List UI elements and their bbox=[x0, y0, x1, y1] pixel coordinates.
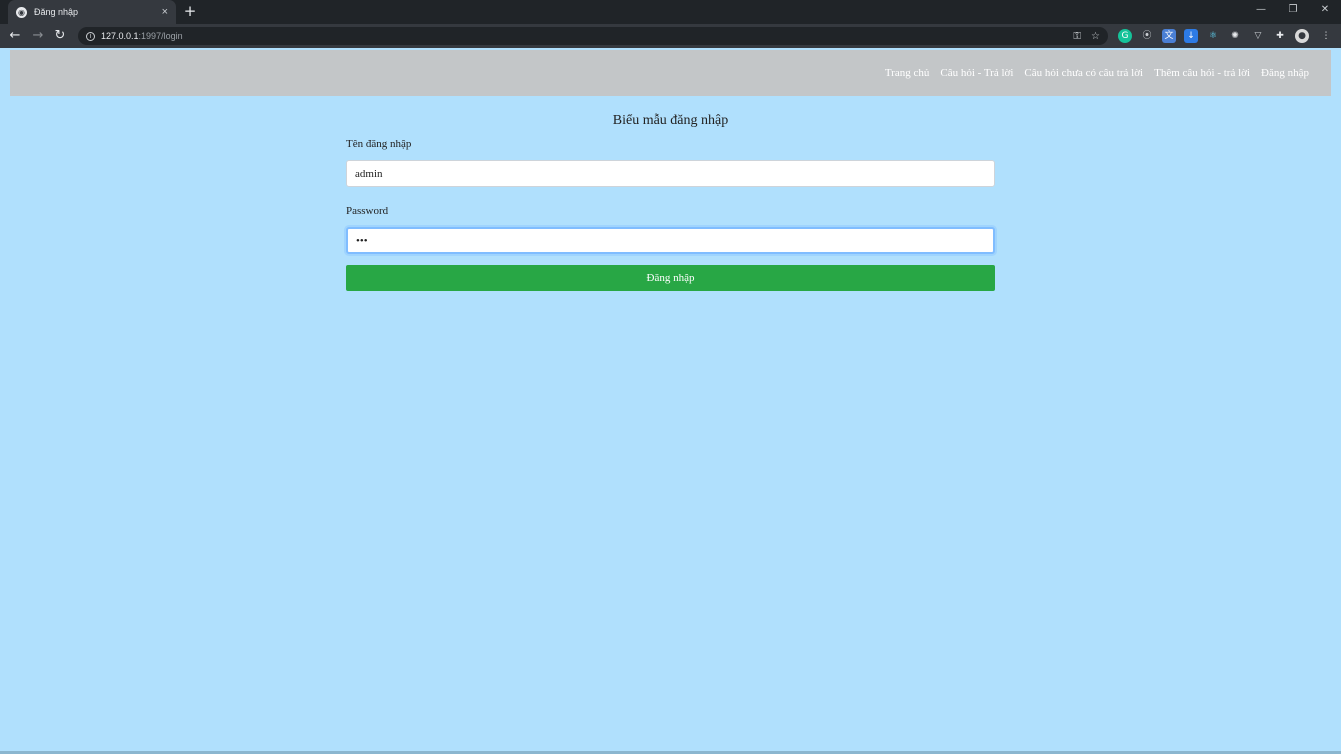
code-extension-icon[interactable]: ⦿ bbox=[1140, 29, 1154, 43]
site-navbar: Trang chủ Câu hỏi - Trả lời Câu hỏi chưa… bbox=[10, 50, 1331, 96]
grammarly-extension-icon[interactable]: G bbox=[1118, 29, 1132, 43]
close-tab-icon[interactable]: × bbox=[162, 6, 168, 18]
download-extension-icon[interactable]: ↓ bbox=[1184, 29, 1198, 43]
new-tab-button[interactable]: + bbox=[182, 3, 198, 19]
vue-devtools-icon[interactable]: ▽ bbox=[1251, 29, 1265, 43]
nav-login[interactable]: Đăng nhập bbox=[1261, 67, 1309, 79]
star-icon[interactable]: ☆ bbox=[1091, 31, 1100, 42]
password-label: Password bbox=[346, 205, 389, 217]
login-submit-button[interactable]: Đăng nhập bbox=[346, 265, 995, 291]
minimize-icon[interactable]: — bbox=[1245, 0, 1277, 22]
menu-icon[interactable]: ⋮ bbox=[1319, 29, 1333, 43]
tab-title: Đăng nhập bbox=[34, 7, 79, 17]
puzzle-extensions-icon[interactable]: ✚ bbox=[1273, 29, 1287, 43]
forward-arrow-icon[interactable]: → bbox=[30, 28, 46, 44]
url-path: :1997/login bbox=[138, 31, 183, 41]
address-bar[interactable]: i 127.0.0.1:1997/login ⚿ ☆ bbox=[78, 27, 1108, 45]
react-devtools-icon[interactable]: ⚛ bbox=[1206, 29, 1220, 43]
settings-extension-icon[interactable]: ✺ bbox=[1228, 29, 1242, 43]
globe-icon: ◉ bbox=[16, 6, 27, 18]
nav-home[interactable]: Trang chủ bbox=[885, 67, 930, 79]
translate-extension-icon[interactable]: 文 bbox=[1162, 29, 1176, 43]
info-icon[interactable]: i bbox=[86, 31, 95, 41]
back-arrow-icon[interactable]: ← bbox=[7, 28, 23, 44]
username-label: Tên đăng nhập bbox=[346, 138, 412, 150]
browser-tab[interactable]: ◉ Đăng nhập × bbox=[8, 0, 176, 24]
form-title: Biểu mẫu đăng nhập bbox=[612, 113, 729, 128]
browser-tab-bar: ◉ Đăng nhập × + — ❐ ✕ bbox=[0, 0, 1341, 24]
nav-questions-answers[interactable]: Câu hỏi - Trả lời bbox=[940, 67, 1013, 79]
browser-toolbar: ← → ↻ i 127.0.0.1:1997/login ⚿ ☆ G ⦿ 文 ↓… bbox=[0, 24, 1341, 48]
password-input[interactable] bbox=[346, 227, 995, 254]
window-close-icon[interactable]: ✕ bbox=[1309, 0, 1341, 22]
profile-avatar-icon[interactable]: ● bbox=[1295, 29, 1309, 43]
key-icon[interactable]: ⚿ bbox=[1073, 31, 1081, 42]
url-host: 127.0.0.1 bbox=[101, 31, 139, 41]
login-form: Biểu mẫu đăng nhập Tên đăng nhập Passwor… bbox=[346, 110, 995, 291]
username-input[interactable] bbox=[346, 160, 995, 187]
restore-icon[interactable]: ❐ bbox=[1277, 0, 1309, 22]
nav-unanswered-questions[interactable]: Câu hỏi chưa có câu trả lời bbox=[1024, 67, 1143, 79]
nav-add-question[interactable]: Thêm câu hỏi - trả lời bbox=[1154, 67, 1250, 79]
reload-icon[interactable]: ↻ bbox=[52, 28, 68, 44]
